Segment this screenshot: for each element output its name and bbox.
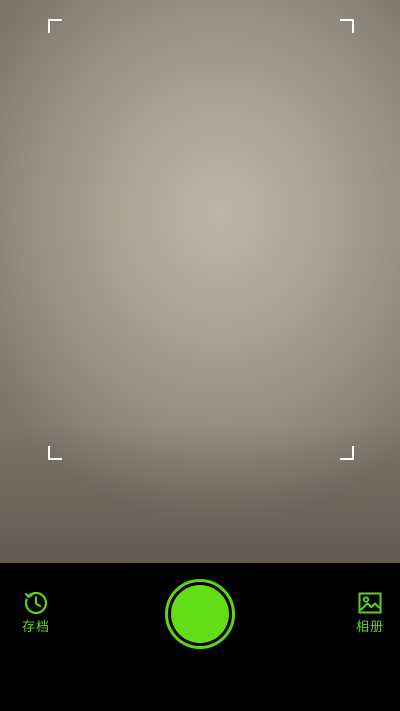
album-label: 相册 (355, 620, 384, 635)
shutter-core (171, 585, 229, 643)
focus-corner-top-left (48, 19, 62, 33)
focus-corner-bottom-left (48, 446, 62, 460)
shutter-button[interactable] (165, 579, 235, 649)
archive-label: 存档 (21, 620, 50, 635)
camera-app: 存档 相册 (0, 0, 400, 711)
history-icon (24, 591, 48, 615)
focus-corner-top-right (340, 19, 354, 33)
focus-corner-bottom-right (340, 446, 354, 460)
image-icon (358, 592, 382, 614)
album-button[interactable]: 相册 (340, 590, 400, 636)
camera-viewfinder[interactable] (0, 0, 400, 563)
archive-button[interactable]: 存档 (6, 590, 66, 636)
camera-control-bar: 存档 相册 (0, 563, 400, 711)
